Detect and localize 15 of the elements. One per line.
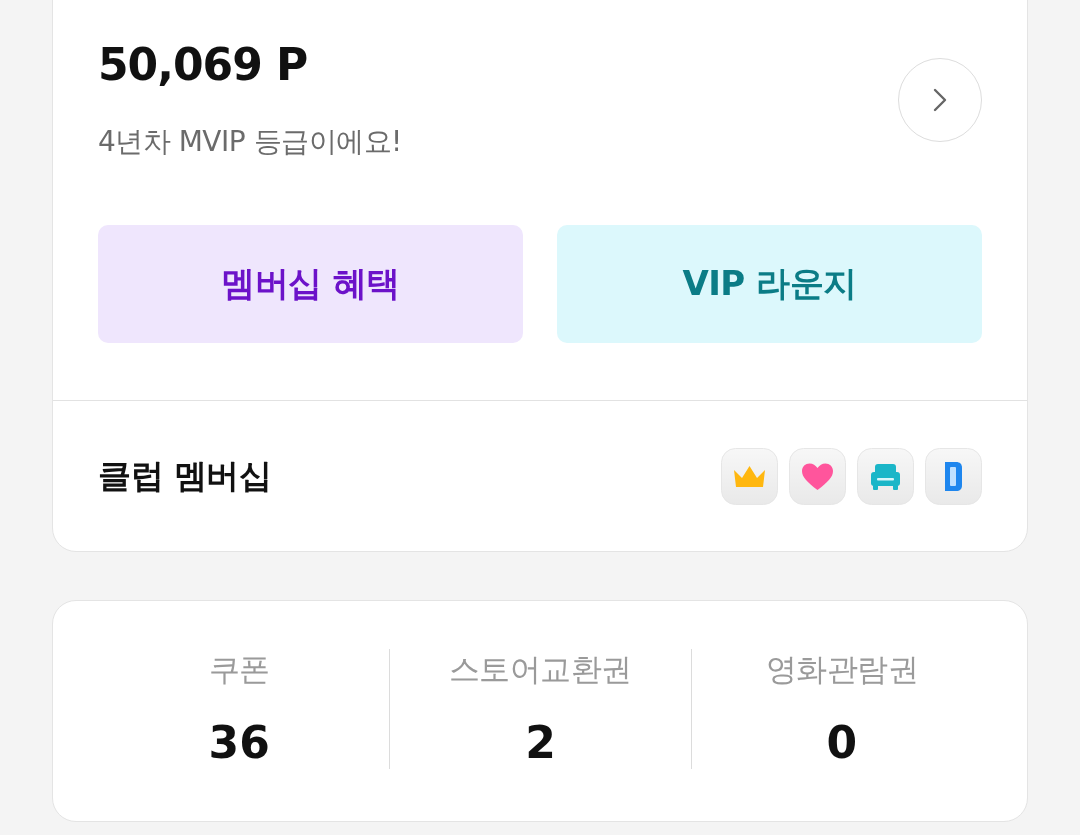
club-title: 클럽 멤버십 [98,454,272,497]
membership-benefits-button[interactable]: 멤버십 혜택 [98,225,523,343]
benefit-label: 영화관람권 [765,650,919,689]
grade-message: 4년차 MVIP 등급이에요! [98,124,402,160]
d-letter-icon[interactable] [925,447,982,505]
armchair-icon[interactable] [857,447,914,505]
benefit-count: 0 [826,717,858,769]
crown-icon[interactable] [721,447,778,505]
benefit-count: 2 [525,717,556,769]
points-balance: 50,069 P [98,38,309,92]
vip-lounge-button[interactable]: VIP 라운지 [557,225,982,343]
benefit-label: 쿠폰 [208,650,270,689]
benefit-count: 36 [208,717,270,769]
benefit-label: 스토어교환권 [449,650,632,689]
chevron-right-icon [933,87,947,112]
